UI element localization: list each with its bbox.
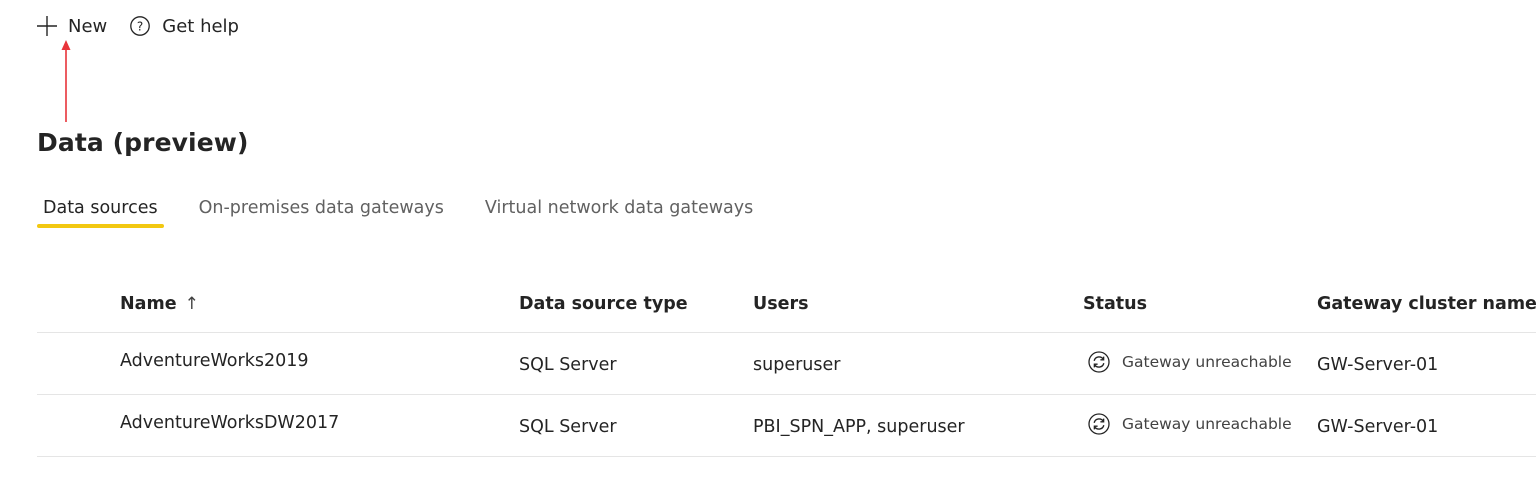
cell-type: SQL Server — [519, 354, 617, 375]
tab-data-sources[interactable]: Data sources — [37, 196, 164, 230]
column-header-name[interactable]: Name ↑ — [120, 276, 199, 332]
cell-users: PBI_SPN_APP, superuser — [753, 416, 965, 437]
cell-users: superuser — [753, 354, 841, 375]
cell-gateway: GW-Server-01 — [1317, 416, 1439, 437]
new-button[interactable]: New — [36, 12, 107, 40]
cell-gateway: GW-Server-01 — [1317, 354, 1439, 375]
table-row[interactable]: AdventureWorks2019 SQL Server superuser … — [37, 333, 1536, 395]
cell-name[interactable]: AdventureWorks2019 — [120, 330, 308, 391]
svg-text:?: ? — [137, 19, 143, 33]
cell-status: Gateway unreachable — [1083, 393, 1292, 454]
tab-bar: Data sources On-premises data gateways V… — [37, 196, 759, 234]
plus-icon — [36, 15, 58, 37]
get-help-button[interactable]: ? Get help — [129, 12, 239, 40]
sync-icon — [1087, 350, 1111, 374]
sync-icon — [1087, 412, 1111, 436]
tab-virtual-network-gateways[interactable]: Virtual network data gateways — [479, 196, 759, 230]
get-help-button-label: Get help — [162, 15, 239, 37]
column-header-status[interactable]: Status — [1083, 276, 1147, 332]
page-title: Data (preview) — [37, 128, 249, 157]
data-sources-table: Name ↑ Data source type Users Status Gat… — [37, 276, 1536, 457]
column-header-users[interactable]: Users — [753, 276, 809, 332]
status-text: Gateway unreachable — [1122, 414, 1292, 433]
column-header-gateway[interactable]: Gateway cluster name — [1317, 276, 1536, 332]
question-circle-icon: ? — [129, 15, 151, 37]
table-header: Name ↑ Data source type Users Status Gat… — [37, 276, 1536, 333]
column-header-type[interactable]: Data source type — [519, 276, 688, 332]
page: New ? Get help Data (preview) Data sourc… — [0, 0, 1536, 490]
annotation-arrow-icon — [61, 40, 71, 122]
new-button-label: New — [68, 15, 108, 37]
cell-type: SQL Server — [519, 416, 617, 437]
table-row[interactable]: AdventureWorksDW2017 SQL Server PBI_SPN_… — [37, 395, 1536, 457]
tab-on-premises-gateways[interactable]: On-premises data gateways — [193, 196, 450, 230]
sort-ascending-icon: ↑ — [184, 294, 199, 314]
column-header-name-label: Name — [120, 294, 177, 314]
cell-name[interactable]: AdventureWorksDW2017 — [120, 392, 339, 453]
status-text: Gateway unreachable — [1122, 352, 1292, 371]
toolbar: New ? Get help — [36, 12, 239, 40]
cell-status: Gateway unreachable — [1083, 331, 1292, 392]
